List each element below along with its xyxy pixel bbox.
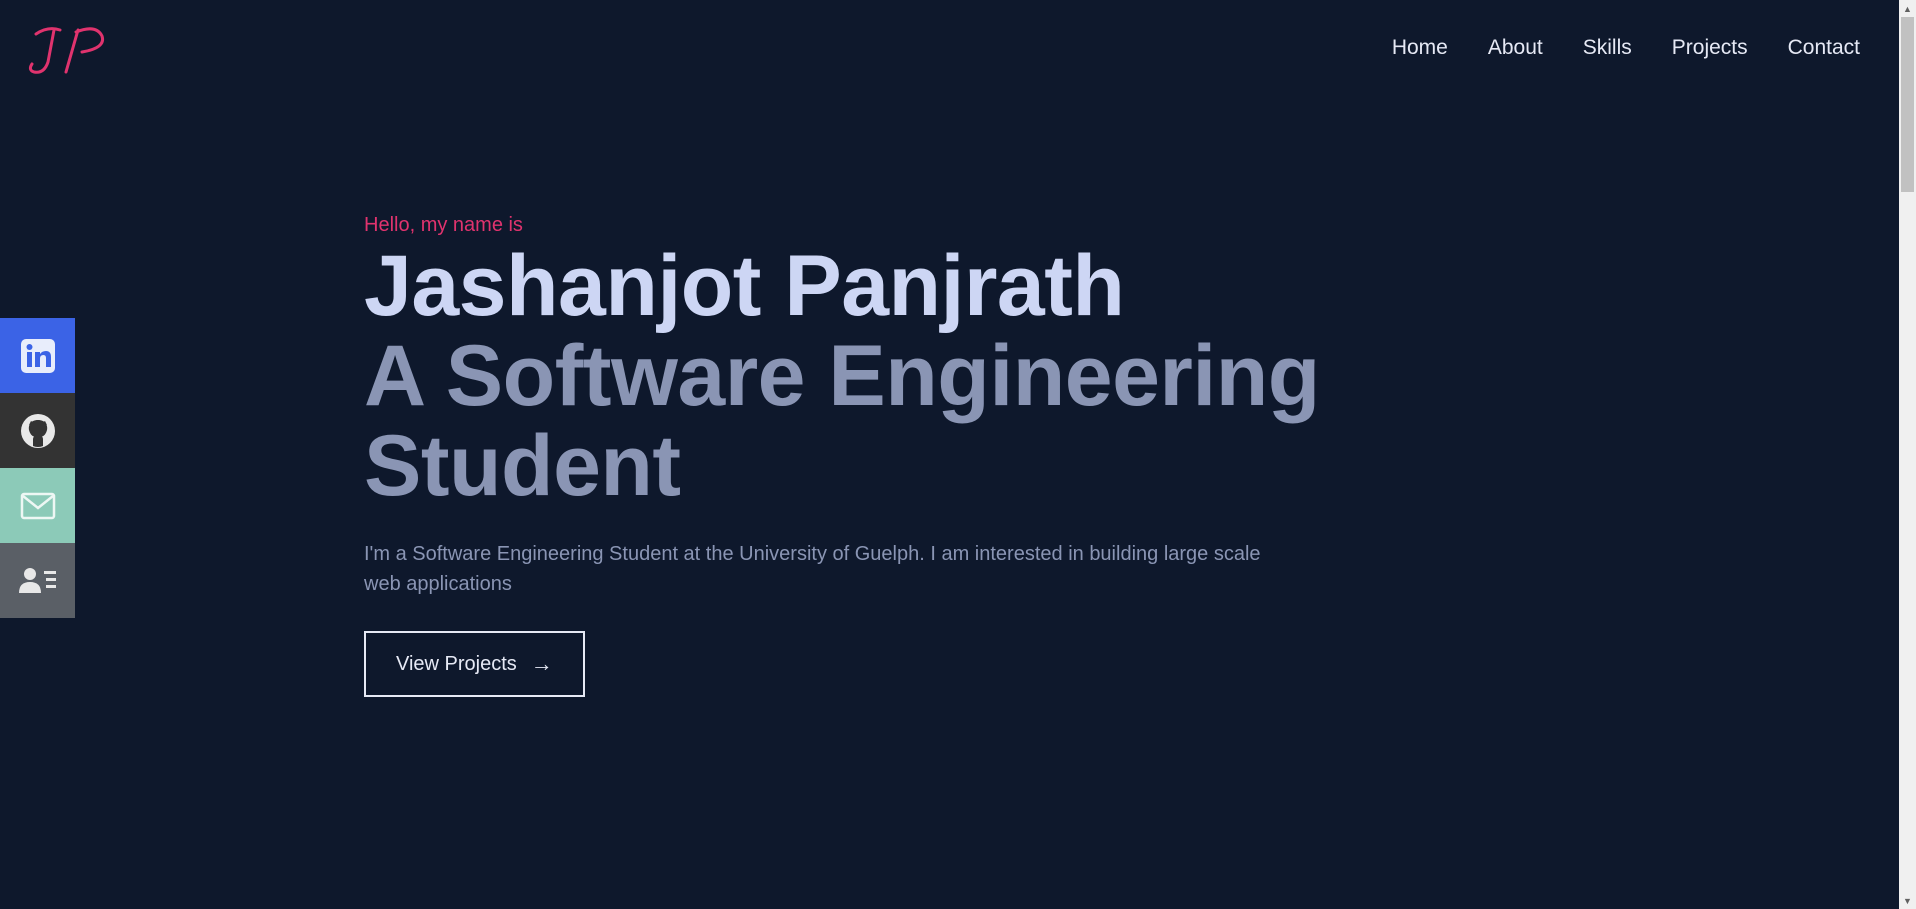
github-icon: [20, 413, 55, 448]
hero-tagline-line2: Student: [364, 418, 681, 515]
hero-description: I'm a Software Engineering Student at th…: [364, 543, 1261, 596]
scroll-down-icon[interactable]: ▼: [1899, 892, 1916, 909]
hero-tagline-line1: A Software Engineering: [364, 327, 1320, 424]
mail-icon: [20, 492, 55, 519]
arrow-right-icon: →: [530, 651, 553, 677]
nav-home[interactable]: Home: [1392, 36, 1448, 60]
logo-monogram[interactable]: [26, 20, 106, 80]
nav-skills[interactable]: Skills: [1583, 36, 1632, 60]
hero-name: Jashanjot Panjrath: [364, 238, 1125, 334]
page-scrollbar[interactable]: ▲ ▼: [1899, 0, 1916, 909]
greeting-text: Hello, my name is: [364, 214, 523, 236]
social-sidebar: [0, 318, 75, 618]
linkedin-icon: [20, 338, 55, 373]
hero-section: Hello, my name is Jashanjot Panjrath A S…: [364, 214, 1464, 698]
resume-link[interactable]: [0, 543, 75, 618]
view-projects-label: View Projects: [396, 652, 517, 675]
nav-projects[interactable]: Projects: [1672, 36, 1748, 60]
resume-icon: [18, 567, 56, 593]
nav-contact[interactable]: Contact: [1788, 36, 1860, 60]
view-projects-button[interactable]: View Projects →: [364, 631, 585, 698]
nav-about[interactable]: About: [1488, 36, 1543, 60]
scrollbar-thumb[interactable]: [1901, 17, 1914, 192]
main-nav: Home About Skills Projects Contact: [1392, 36, 1860, 60]
linkedin-link[interactable]: [0, 318, 75, 393]
mail-link[interactable]: [0, 468, 75, 543]
scroll-up-icon[interactable]: ▲: [1899, 0, 1916, 17]
hero-tagline: A Software Engineering Student: [364, 331, 1464, 512]
github-link[interactable]: [0, 393, 75, 468]
